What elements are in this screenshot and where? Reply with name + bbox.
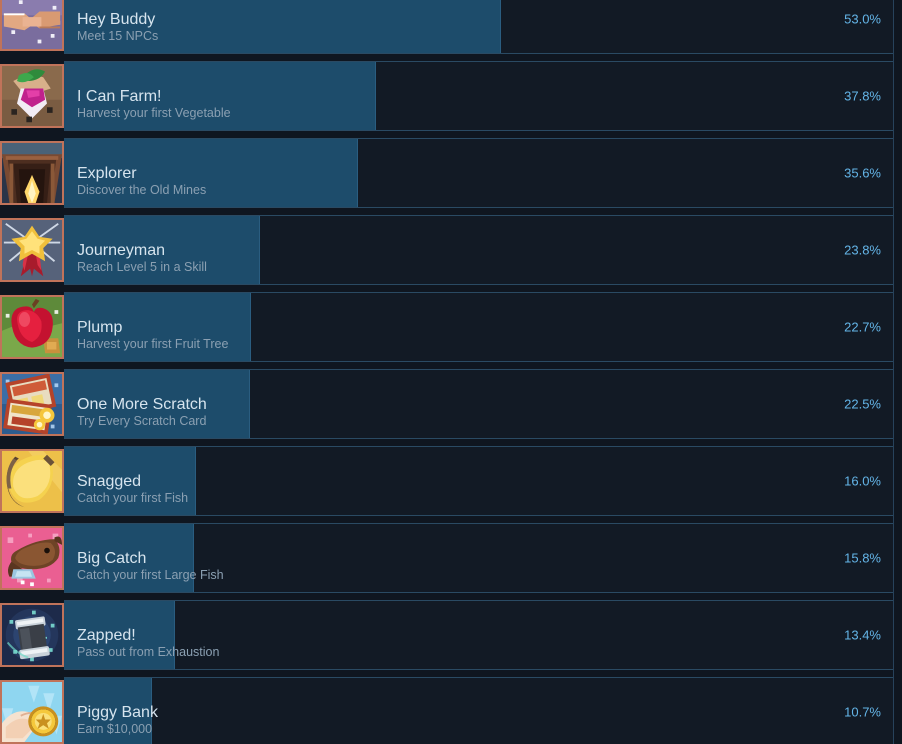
- achievement-row[interactable]: Zapped! Pass out from Exhaustion 13.4%: [0, 597, 902, 673]
- achievement-row[interactable]: Big Catch Catch your first Large Fish 15.8…: [0, 520, 902, 596]
- scratch-card-icon: [0, 372, 64, 436]
- achievement-description: Harvest your first Vegetable: [77, 106, 231, 120]
- achievement-row[interactable]: Snagged Catch your first Fish 16.0%: [0, 443, 902, 519]
- achievement-progress-bar: Explorer Discover the Old Mines 35.6%: [64, 138, 893, 208]
- achievement-progress-bar: One More Scratch Try Every Scratch Card 22…: [64, 369, 893, 439]
- achievement-text: Zapped! Pass out from Exhaustion: [77, 626, 219, 660]
- achievement-description: Try Every Scratch Card: [77, 414, 207, 428]
- achievement-description: Earn $10,000: [77, 722, 153, 736]
- achievement-text: Big Catch Catch your first Large Fish: [77, 549, 224, 583]
- handshake-icon: [0, 0, 64, 51]
- achievement-progress-bar: Piggy Bank Earn $10,000 10.7%: [64, 677, 893, 744]
- achievement-row[interactable]: Piggy Bank Earn $10,000 10.7%: [0, 674, 902, 744]
- achievement-row[interactable]: One More Scratch Try Every Scratch Card 22…: [0, 366, 902, 442]
- achievements-page: Hey Buddy Meet 15 NPCs 53.0% I Can Farm! Ha…: [0, 0, 902, 744]
- achievement-text: One More Scratch Try Every Scratch Card: [77, 395, 207, 429]
- achievement-row[interactable]: Hey Buddy Meet 15 NPCs 53.0%: [0, 0, 902, 57]
- achievement-progress-bar: Plump Harvest your first Fruit Tree 22.7%: [64, 292, 893, 362]
- achievement-description: Meet 15 NPCs: [77, 29, 159, 43]
- achievement-row[interactable]: Explorer Discover the Old Mines 35.6%: [0, 135, 902, 211]
- achievement-text: Piggy Bank Earn $10,000: [77, 703, 158, 737]
- content-right-edge: [893, 0, 894, 744]
- achievement-progress-bar: Snagged Catch your first Fish 16.0%: [64, 446, 893, 516]
- achievement-progress-bar: Hey Buddy Meet 15 NPCs 53.0%: [64, 0, 893, 54]
- achievement-percent: 22.7%: [844, 319, 881, 335]
- achievement-percent: 37.8%: [844, 88, 881, 104]
- achievement-percent: 23.8%: [844, 242, 881, 258]
- achievement-name: Plump: [77, 319, 123, 336]
- achievement-percent: 35.6%: [844, 165, 881, 181]
- achievement-progress-bar: Zapped! Pass out from Exhaustion 13.4%: [64, 600, 893, 670]
- achievement-description: Reach Level 5 in a Skill: [77, 260, 207, 274]
- achievement-percent: 53.0%: [844, 11, 881, 27]
- gold-coin-hand-icon: [0, 680, 64, 744]
- achievement-percent: 16.0%: [844, 473, 881, 489]
- achievement-row[interactable]: I Can Farm! Harvest your first Vegetable 3…: [0, 58, 902, 134]
- achievement-percent: 10.7%: [844, 704, 881, 720]
- achievement-text: Snagged Catch your first Fish: [77, 472, 188, 506]
- achievement-percent: 13.4%: [844, 627, 881, 643]
- achievement-name: I Can Farm!: [77, 88, 162, 105]
- achievement-description: Catch your first Fish: [77, 491, 189, 505]
- fishing-hook-icon: [0, 449, 64, 513]
- achievement-name: Explorer: [77, 165, 137, 182]
- achievement-row[interactable]: Journeyman Reach Level 5 in a Skill 23.8%: [0, 212, 902, 288]
- achievement-name: One More Scratch: [77, 396, 207, 413]
- achievement-text: Explorer Discover the Old Mines: [77, 164, 206, 198]
- achievement-text: Hey Buddy Meet 15 NPCs: [77, 10, 158, 44]
- achievement-text: Plump Harvest your first Fruit Tree: [77, 318, 228, 352]
- turnip-harvest-icon: [0, 64, 64, 128]
- achievement-name: Journeyman: [77, 242, 166, 259]
- achievement-name: Piggy Bank: [77, 704, 158, 721]
- achievement-name: Hey Buddy: [77, 11, 156, 28]
- achievement-description: Catch your first Large Fish: [77, 568, 224, 582]
- mine-entrance-icon: [0, 141, 64, 205]
- achievement-list: Hey Buddy Meet 15 NPCs 53.0% I Can Farm! Ha…: [0, 0, 902, 744]
- achievement-name: Snagged: [77, 473, 142, 490]
- achievement-row[interactable]: Plump Harvest your first Fruit Tree 22.7%: [0, 289, 902, 365]
- achievement-name: Zapped!: [77, 627, 136, 644]
- big-fish-icon: [0, 526, 64, 590]
- red-apple-icon: [0, 295, 64, 359]
- achievement-description: Harvest your first Fruit Tree: [77, 337, 229, 351]
- achievement-description: Discover the Old Mines: [77, 183, 207, 197]
- achievement-progress-bar: I Can Farm! Harvest your first Vegetable 3…: [64, 61, 893, 131]
- achievement-percent: 15.8%: [844, 550, 881, 566]
- battery-icon: [0, 603, 64, 667]
- achievement-name: Big Catch: [77, 550, 147, 567]
- achievement-percent: 22.5%: [844, 396, 881, 412]
- achievement-progress-bar: Big Catch Catch your first Large Fish 15.8…: [64, 523, 893, 593]
- award-ribbon-icon: [0, 218, 64, 282]
- achievement-progress-bar: Journeyman Reach Level 5 in a Skill 23.8%: [64, 215, 893, 285]
- achievement-text: Journeyman Reach Level 5 in a Skill: [77, 241, 207, 275]
- achievement-description: Pass out from Exhaustion: [77, 645, 220, 659]
- achievement-text: I Can Farm! Harvest your first Vegetable: [77, 87, 231, 121]
